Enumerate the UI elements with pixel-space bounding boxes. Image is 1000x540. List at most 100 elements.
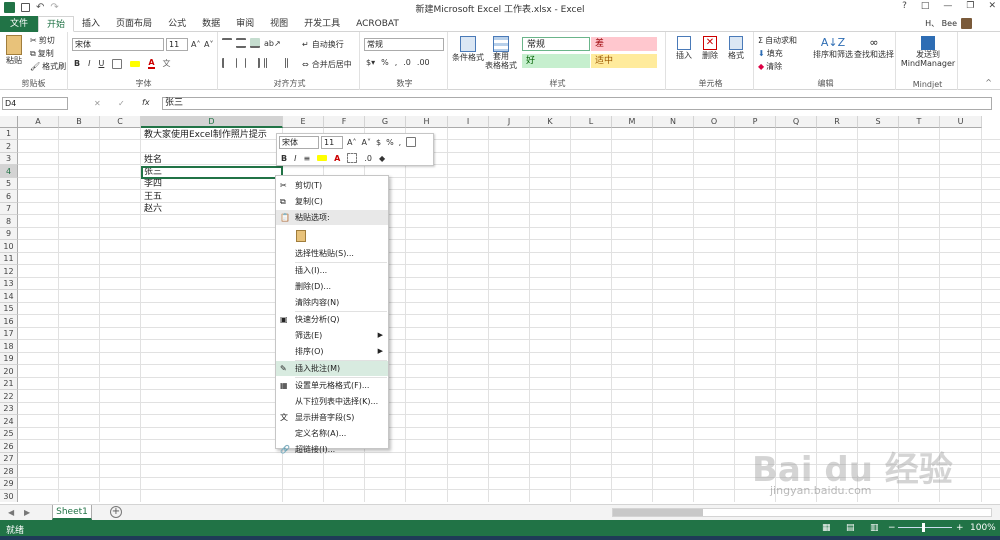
context-menu-item-14[interactable]: 文显示拼音字段(S): [276, 410, 388, 425]
scrollbar-thumb[interactable]: [613, 509, 703, 516]
mini-format-painter-icon[interactable]: [406, 137, 417, 147]
align-bottom-icon[interactable]: [250, 38, 260, 48]
conditional-format-button[interactable]: 条件格式: [452, 36, 484, 63]
style-bad[interactable]: 差: [591, 37, 657, 51]
row-header-18[interactable]: 18: [0, 340, 18, 353]
row-header-4[interactable]: 4: [0, 165, 18, 178]
cell-D3[interactable]: 姓名: [142, 154, 162, 166]
cell-D5[interactable]: 李四: [142, 178, 162, 190]
row-header-17[interactable]: 17: [0, 328, 18, 340]
select-all-corner[interactable]: [0, 116, 18, 128]
context-menu-item-6[interactable]: 删除(D)...: [276, 279, 388, 294]
context-menu-item-1[interactable]: ⧉ 复制(C): [276, 194, 388, 209]
mini-eraser-icon[interactable]: ◆: [379, 154, 385, 163]
context-menu-item-5[interactable]: 插入(I)...: [276, 263, 388, 278]
context-menu-item-13[interactable]: 从下拉列表中选择(K)...: [276, 394, 388, 409]
context-menu-item-10[interactable]: 排序(O) ▶: [276, 344, 388, 359]
fill-color-icon[interactable]: [130, 60, 141, 67]
italic-button[interactable]: I: [88, 59, 90, 68]
zoom-level[interactable]: 100%: [970, 523, 996, 533]
merge-center-button[interactable]: ⇔ 合并后居中: [302, 59, 352, 70]
context-menu-item-15[interactable]: 定义名称(A)...: [276, 426, 388, 441]
cancel-icon[interactable]: ✕: [94, 99, 101, 108]
sort-filter-button[interactable]: A↓Z 排序和筛选: [812, 36, 854, 60]
minimize-button[interactable]: —: [943, 1, 952, 11]
row-header-21[interactable]: 21: [0, 378, 18, 390]
tab-acrobat[interactable]: ACROBAT: [348, 16, 407, 32]
ribbon-display-button[interactable]: □: [921, 1, 930, 11]
autosum-button[interactable]: Σ 自动求和: [758, 35, 797, 46]
row-header-8[interactable]: 8: [0, 215, 18, 228]
column-header-O[interactable]: O: [694, 116, 735, 128]
insert-cells-button[interactable]: 插入: [672, 36, 696, 61]
context-menu-item-0[interactable]: ✂ 剪切(T): [276, 178, 388, 193]
tab-home[interactable]: 开始: [38, 15, 75, 32]
mini-font-select[interactable]: 宋体: [279, 136, 319, 149]
worksheet-grid[interactable]: ABCDEFGHIJKLMNOPQRSTU 1 2 3 4 5 6 7 8 9 10 11 12 13 1…: [0, 116, 1000, 502]
row-header-15[interactable]: 15: [0, 303, 18, 315]
format-cells-button[interactable]: 格式: [724, 36, 748, 61]
grow-font-button[interactable]: A˄: [191, 40, 200, 49]
collapse-ribbon-icon[interactable]: ^: [985, 78, 992, 87]
column-header-N[interactable]: N: [653, 116, 694, 128]
column-header-K[interactable]: K: [530, 116, 571, 128]
row-header-22[interactable]: 22: [0, 390, 18, 403]
orientation-icon[interactable]: ab↗: [264, 39, 281, 48]
border-icon[interactable]: [112, 58, 123, 69]
add-sheet-icon[interactable]: +: [110, 506, 122, 518]
context-menu-item-9[interactable]: 筛选(E) ▶: [276, 328, 388, 343]
context-menu-item-7[interactable]: 清除内容(N): [276, 295, 388, 310]
copy-button[interactable]: ⧉ 复制: [30, 48, 54, 59]
row-header-27[interactable]: 27: [0, 453, 18, 465]
format-as-table-button[interactable]: 套用 表格格式: [484, 36, 518, 70]
row-header-14[interactable]: 14: [0, 290, 18, 303]
mini-font-color-icon[interactable]: A: [334, 154, 340, 163]
zoom-in-icon[interactable]: +: [956, 523, 964, 533]
mini-fill-color-icon[interactable]: [317, 155, 328, 161]
row-header-6[interactable]: 6: [0, 190, 18, 203]
row-header-13[interactable]: 13: [0, 278, 18, 290]
zoom-out-icon[interactable]: −: [888, 523, 896, 533]
row-header-7[interactable]: 7: [0, 203, 18, 215]
mini-grow-font-icon[interactable]: A˄: [347, 138, 356, 147]
column-header-M[interactable]: M: [612, 116, 653, 128]
align-middle-icon[interactable]: [236, 38, 246, 48]
row-header-23[interactable]: 23: [0, 403, 18, 415]
row-header-19[interactable]: 19: [0, 353, 18, 365]
sheet-prev-icon[interactable]: ◀: [8, 508, 14, 517]
horizontal-scrollbar[interactable]: [612, 508, 992, 517]
tab-data[interactable]: 数据: [194, 16, 228, 32]
restore-button[interactable]: ❐: [966, 1, 974, 11]
comma-button[interactable]: ,: [395, 58, 398, 67]
column-header-E[interactable]: E: [283, 116, 324, 128]
context-menu-item-16[interactable]: 🔗 超链接(I)...: [276, 442, 388, 457]
row-header-12[interactable]: 12: [0, 265, 18, 278]
row-header-29[interactable]: 29: [0, 478, 18, 490]
column-header-J[interactable]: J: [489, 116, 530, 128]
increase-decimal-icon[interactable]: .0: [403, 58, 411, 67]
bold-button[interactable]: B: [74, 59, 80, 68]
paste-button[interactable]: 粘贴: [4, 35, 24, 66]
column-header-C[interactable]: C: [100, 116, 141, 128]
column-header-H[interactable]: H: [406, 116, 448, 128]
column-header-P[interactable]: P: [735, 116, 776, 128]
align-top-icon[interactable]: [222, 38, 232, 48]
tab-developer[interactable]: 开发工具: [296, 16, 348, 32]
row-header-16[interactable]: 16: [0, 315, 18, 328]
help-button[interactable]: ?: [902, 1, 907, 11]
user-area[interactable]: H、 Bee: [925, 18, 972, 29]
style-good[interactable]: 好: [522, 54, 590, 68]
decrease-decimal-icon[interactable]: .00: [417, 58, 430, 67]
column-header-R[interactable]: R: [817, 116, 858, 128]
mini-border-icon[interactable]: [347, 153, 358, 163]
formula-input[interactable]: 张三: [162, 97, 992, 110]
mini-currency-icon[interactable]: $: [376, 138, 381, 147]
context-menu-item-8[interactable]: ▣ 快速分析(Q): [276, 312, 388, 327]
insert-function-button[interactable]: fx: [142, 98, 150, 107]
indent-decrease-icon[interactable]: [264, 58, 274, 68]
wrap-text-button[interactable]: ↵ 自动换行: [302, 39, 344, 50]
row-header-9[interactable]: 9: [0, 228, 18, 240]
column-header-A[interactable]: A: [18, 116, 59, 128]
context-menu-item-4[interactable]: 选择性粘贴(S)...: [276, 246, 388, 261]
column-header-U[interactable]: U: [940, 116, 982, 128]
